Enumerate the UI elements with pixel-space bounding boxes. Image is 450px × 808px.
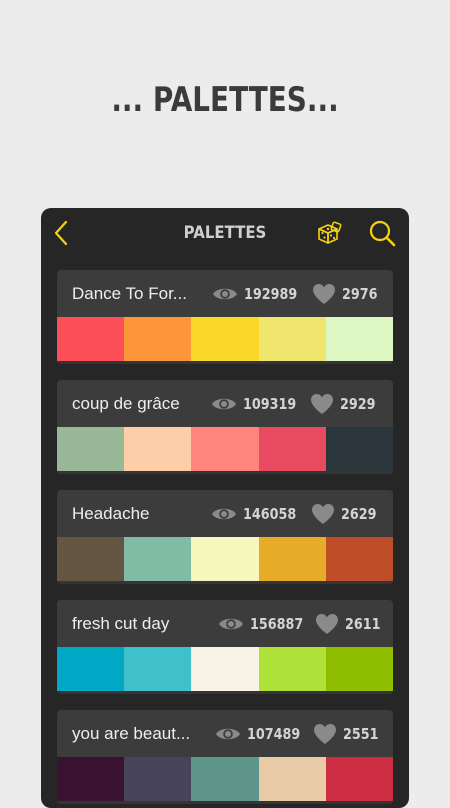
palette-card[interactable]: Headache 146058 2629 [57,490,393,584]
color-swatches [57,757,393,801]
color-swatch[interactable] [326,427,393,471]
likes-count: 2929 [340,395,375,413]
palette-card[interactable]: you are beaut... 107489 2551 [57,710,393,804]
color-swatch[interactable] [124,757,191,801]
likes-stat[interactable]: 2551 [313,710,385,757]
color-swatch[interactable] [259,537,326,581]
headline: ... PALETTES... [41,80,410,120]
color-swatch[interactable] [326,537,393,581]
color-swatch[interactable] [259,757,326,801]
likes-count: 2551 [343,725,378,743]
palette-name: Dance To For... [72,270,187,317]
color-swatch[interactable] [124,537,191,581]
likes-count: 2976 [342,285,377,303]
palette-card[interactable]: coup de grâce 109319 2929 [57,380,393,474]
dice-icon[interactable] [316,220,342,246]
heart-icon[interactable] [311,503,335,525]
color-swatch[interactable] [57,757,124,801]
app-screen: PALETTES Dance To For... [41,208,409,808]
color-swatch[interactable] [57,317,124,361]
color-swatch[interactable] [191,427,258,471]
color-swatch[interactable] [326,757,393,801]
card-shadow [57,471,393,474]
palette-name: Headache [72,490,150,537]
chevron-left-icon[interactable] [51,220,73,246]
heart-icon[interactable] [310,393,334,415]
color-swatch[interactable] [57,647,124,691]
palette-header: Dance To For... 192989 2976 [57,270,393,317]
likes-stat[interactable]: 2929 [310,380,382,427]
palette-header: coup de grâce 109319 2929 [57,380,393,427]
color-swatch[interactable] [191,757,258,801]
likes-stat[interactable]: 2611 [315,600,387,647]
palette-list: Dance To For... 192989 2976 coup de grâc… [57,270,393,808]
views-stat: 192989 [212,270,307,317]
card-shadow [57,581,393,584]
color-swatch[interactable] [326,317,393,361]
likes-stat[interactable]: 2629 [311,490,383,537]
eye-icon [211,506,237,522]
color-swatches [57,317,393,361]
card-shadow [57,691,393,694]
eye-icon [212,286,238,302]
eye-icon [218,616,244,632]
eye-icon [215,726,241,742]
likes-count: 2629 [341,505,376,523]
search-icon[interactable] [368,219,396,247]
top-bar: PALETTES [41,208,409,258]
eye-icon [211,396,237,412]
palette-card[interactable]: Dance To For... 192989 2976 [57,270,393,364]
color-swatch[interactable] [191,537,258,581]
color-swatch[interactable] [259,427,326,471]
card-shadow [57,361,393,364]
color-swatch[interactable] [259,317,326,361]
palette-card[interactable]: fresh cut day 156887 2611 [57,600,393,694]
color-swatches [57,647,393,691]
color-swatch[interactable] [259,647,326,691]
views-stat: 146058 [211,490,306,537]
color-swatches [57,537,393,581]
palette-name: you are beaut... [72,710,190,757]
card-shadow [57,801,393,804]
color-swatch[interactable] [124,317,191,361]
color-swatch[interactable] [191,647,258,691]
heart-icon[interactable] [312,283,336,305]
likes-count: 2611 [345,615,380,633]
palette-name: coup de grâce [72,380,180,427]
views-stat: 107489 [215,710,310,757]
color-swatch[interactable] [326,647,393,691]
views-count: 192989 [244,285,297,303]
views-stat: 109319 [211,380,306,427]
palette-header: Headache 146058 2629 [57,490,393,537]
heart-icon[interactable] [313,723,337,745]
views-count: 156887 [250,615,303,633]
color-swatches [57,427,393,471]
color-swatch[interactable] [191,317,258,361]
palette-name: fresh cut day [72,600,169,647]
color-swatch[interactable] [57,427,124,471]
color-swatch[interactable] [124,427,191,471]
views-count: 109319 [243,395,296,413]
heart-icon[interactable] [315,613,339,635]
color-swatch[interactable] [124,647,191,691]
color-swatch[interactable] [57,537,124,581]
palette-header: fresh cut day 156887 2611 [57,600,393,647]
palette-header: you are beaut... 107489 2551 [57,710,393,757]
views-count: 146058 [243,505,296,523]
views-count: 107489 [247,725,300,743]
views-stat: 156887 [218,600,313,647]
likes-stat[interactable]: 2976 [312,270,384,317]
